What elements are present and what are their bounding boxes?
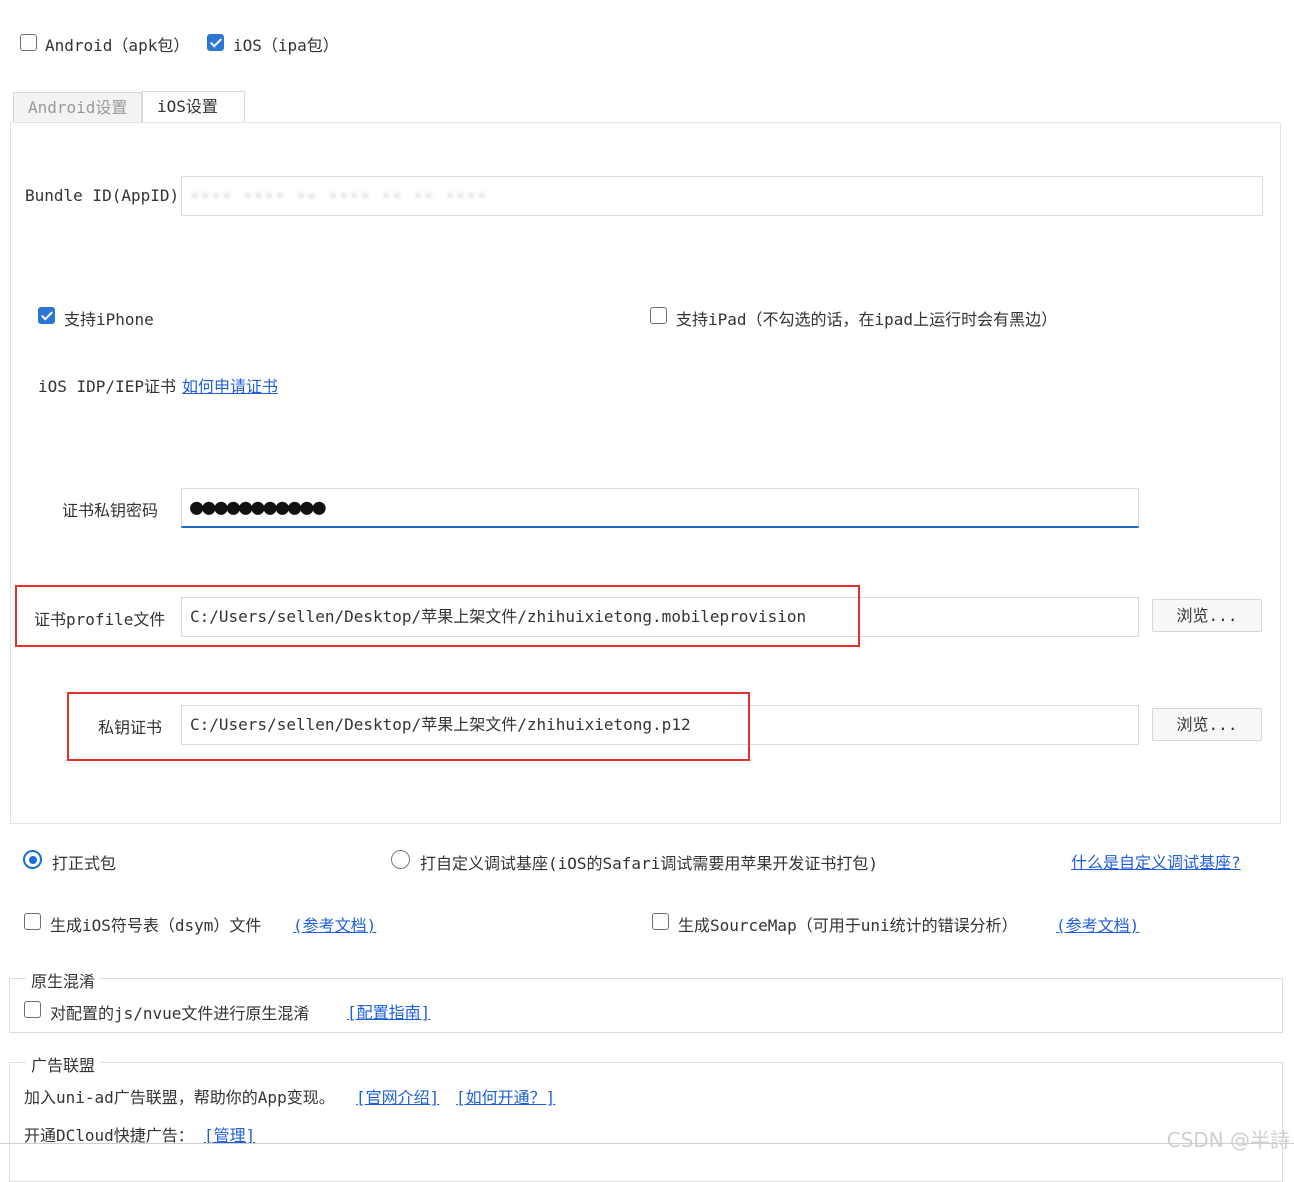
- obfuscation-label[interactable]: 对配置的js/nvue文件进行原生混淆: [50, 1000, 309, 1024]
- sourcemap-label[interactable]: 生成SourceMap（可用于uni统计的错误分析）: [678, 912, 1018, 936]
- bundle-id-value: ···· ···· ·- ···· ·· ·· ····: [190, 186, 488, 205]
- ad-how-to-link[interactable]: [如何开通？]: [456, 1084, 555, 1108]
- dsym-label[interactable]: 生成iOS符号表（dsym）文件: [50, 912, 261, 936]
- certificate-label: iOS IDP/IEP证书: [38, 377, 176, 396]
- password-mask: ●●●●●●●●●●●: [190, 495, 326, 520]
- bottom-divider: [0, 1143, 1294, 1144]
- ad-alliance-group-title: 广告联盟: [26, 1052, 101, 1076]
- profile-highlight-box: [15, 585, 860, 647]
- obfuscation-guide-link[interactable]: [配置指南]: [347, 999, 430, 1023]
- private-key-browse-button[interactable]: 浏览...: [1152, 708, 1262, 741]
- formal-package-radio[interactable]: [23, 850, 42, 869]
- bundle-id-label: Bundle ID(AppID): [25, 186, 180, 205]
- how-to-apply-certificate-link[interactable]: 如何申请证书: [182, 373, 278, 397]
- csdn-watermark: CSDN @半詩: [1166, 1128, 1290, 1152]
- android-checkbox[interactable]: [20, 34, 37, 51]
- obfuscation-group-title: 原生混淆: [26, 968, 101, 992]
- ad-intro-link[interactable]: [官网介绍]: [356, 1084, 439, 1108]
- sourcemap-checkbox[interactable]: [652, 913, 669, 930]
- dsym-checkbox[interactable]: [24, 913, 41, 930]
- tab-android-settings[interactable]: Android设置: [13, 92, 142, 122]
- ios-checkbox[interactable]: [207, 34, 224, 51]
- ios-label[interactable]: iOS（ipa包）: [233, 32, 339, 56]
- private-key-password-input[interactable]: ●●●●●●●●●●●: [181, 488, 1139, 528]
- obfuscation-checkbox[interactable]: [24, 1001, 41, 1018]
- tab-ios-settings[interactable]: iOS设置: [142, 91, 245, 122]
- custom-base-label[interactable]: 打自定义调试基座(iOS的Safari调试需要用苹果开发证书打包): [420, 850, 878, 874]
- support-iphone-label[interactable]: 支持iPhone: [64, 306, 154, 330]
- private-key-password-label: 证书私钥密码: [62, 501, 159, 520]
- android-label[interactable]: Android（apk包）: [45, 32, 189, 56]
- support-iphone-checkbox[interactable]: [38, 307, 55, 324]
- custom-base-radio[interactable]: [391, 850, 410, 869]
- bundle-id-input[interactable]: ···· ···· ·- ···· ·· ·· ····: [181, 176, 1263, 216]
- support-ipad-label[interactable]: 支持iPad（不勾选的话，在ipad上运行时会有黑边）: [676, 306, 1057, 330]
- private-key-highlight-box: [67, 692, 750, 761]
- support-ipad-checkbox[interactable]: [650, 307, 667, 324]
- ad-join-text: 加入uni-ad广告联盟，帮助你的App变现。: [24, 1088, 335, 1107]
- formal-package-label[interactable]: 打正式包: [52, 850, 116, 874]
- profile-browse-button[interactable]: 浏览...: [1152, 599, 1262, 632]
- sourcemap-doc-link[interactable]: (参考文档): [1056, 912, 1139, 936]
- ad-alliance-group: [9, 1062, 1283, 1182]
- dsym-doc-link[interactable]: (参考文档): [293, 912, 376, 936]
- custom-base-help-link[interactable]: 什么是自定义调试基座?: [1071, 849, 1241, 873]
